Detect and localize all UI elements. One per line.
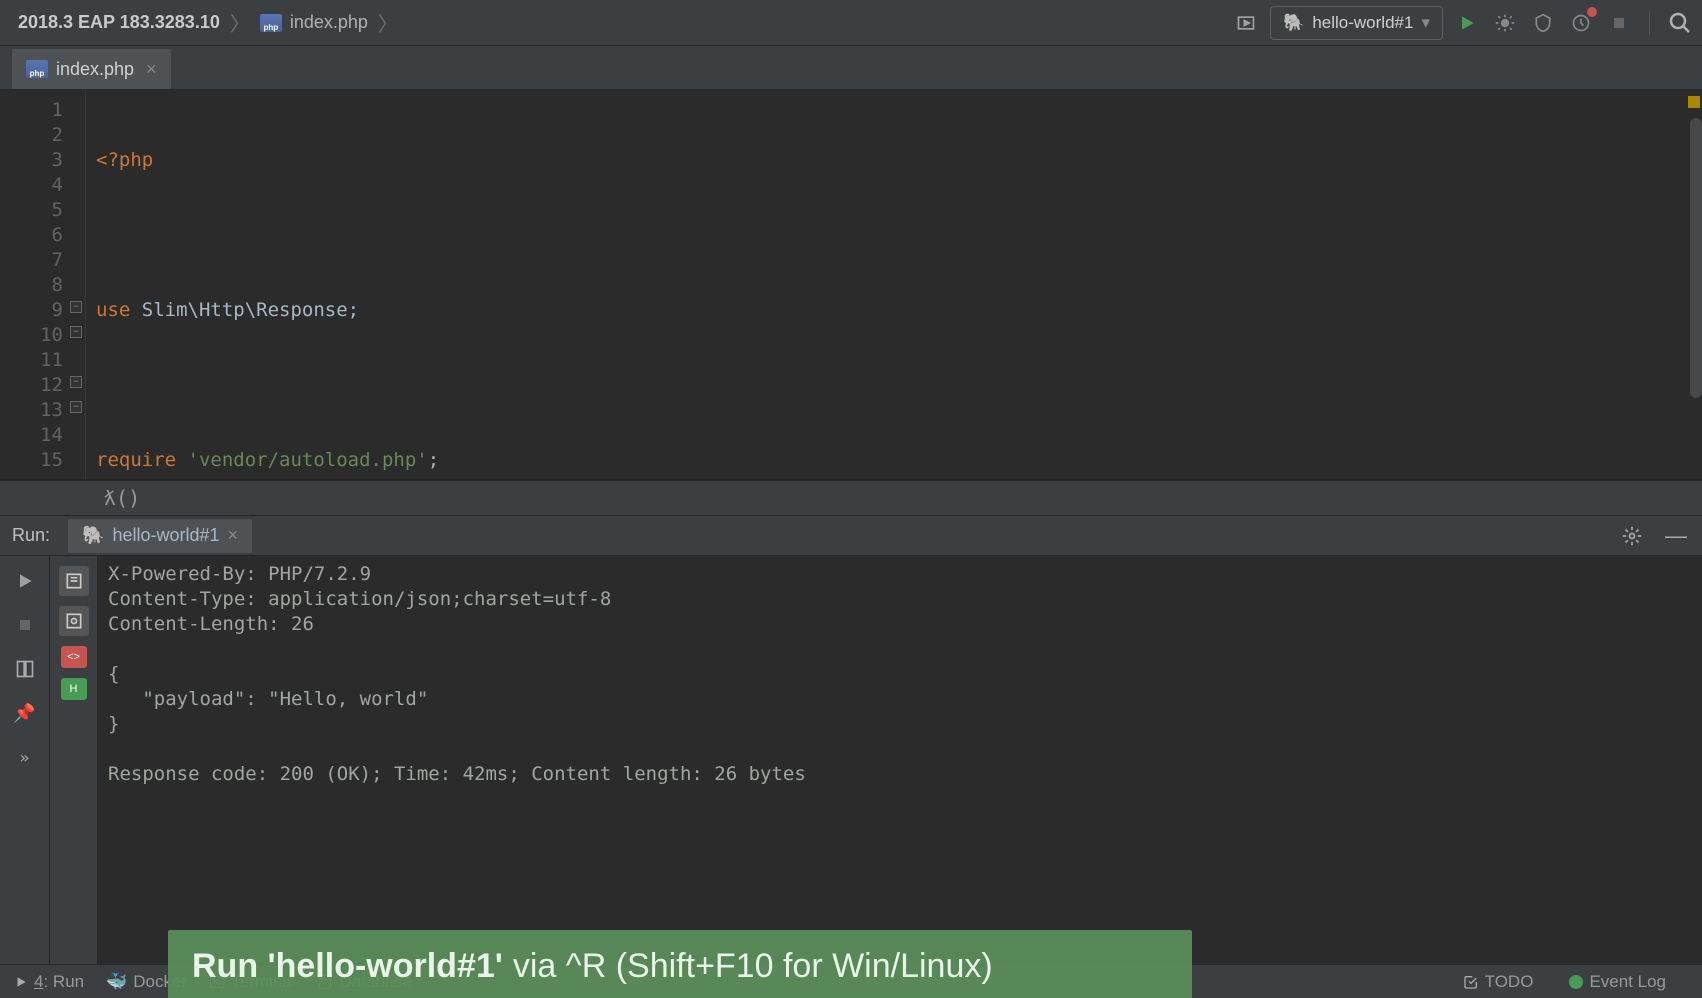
navigation-bar: 2018.3 EAP 183.3283.10 〉 php index.php 〉… xyxy=(0,0,1702,46)
console-output[interactable]: X-Powered-By: PHP/7.2.9 Content-Type: ap… xyxy=(98,556,1702,964)
line-number: 5 xyxy=(0,198,63,223)
event-indicator-icon xyxy=(1569,975,1583,989)
code-token: <?php xyxy=(96,149,153,171)
line-number: 14 xyxy=(0,423,63,448)
stop-button[interactable] xyxy=(10,610,40,640)
line-number: 1 xyxy=(0,98,63,123)
code-token: 'vendor/autoload.php' xyxy=(176,449,428,471)
editor-tabs: php index.php × xyxy=(0,46,1702,90)
fold-toggle-icon[interactable]: − xyxy=(70,301,82,313)
debug-button[interactable] xyxy=(1491,9,1519,37)
notification-rest: via ^R (Shift+F10 for Win/Linux) xyxy=(513,947,993,986)
line-number: 7 xyxy=(0,248,63,273)
fold-toggle-icon[interactable]: − xyxy=(70,401,82,413)
docker-icon: 🐳 xyxy=(106,972,127,992)
event-log-button[interactable]: Event Log xyxy=(1569,972,1666,992)
ide-version: 2018.3 EAP 183.3283.10 xyxy=(8,10,230,35)
breadcrumb-item[interactable]: php index.php xyxy=(250,10,378,35)
search-everywhere-button[interactable] xyxy=(1666,9,1694,37)
editor-tab-active[interactable]: php index.php × xyxy=(12,49,171,89)
line-number: 4 xyxy=(0,173,63,198)
line-number: 10 xyxy=(0,323,63,348)
scroll-to-end-button[interactable] xyxy=(59,566,89,596)
code-editor[interactable]: 1 2 3 4 5 6 7 8 9 10 11 12 13 14 15 − − … xyxy=(0,90,1702,480)
breadcrumbs: 2018.3 EAP 183.3283.10 〉 php index.php 〉 xyxy=(8,8,398,37)
presentation-assistant-popup: Run 'hello-world#1' via ^R (Shift+F10 fo… xyxy=(168,930,1192,998)
line-number: 9 xyxy=(0,298,63,323)
line-number: 8 xyxy=(0,273,63,298)
todo-tool-button[interactable]: TODO xyxy=(1463,972,1534,992)
notification-bold: Run 'hello-world#1' xyxy=(192,947,503,986)
line-number: 3 xyxy=(0,148,63,173)
status-todo-label: TODO xyxy=(1485,972,1534,992)
code-area[interactable]: <?php use Slim\Http\Response; require 'v… xyxy=(86,90,1702,479)
breadcrumb-file-label: index.php xyxy=(290,12,368,33)
headers-icon[interactable]: H xyxy=(61,678,87,700)
run-config-label: hello-world#1 xyxy=(1312,13,1413,33)
run-button[interactable] xyxy=(1453,9,1481,37)
toolbar-separator xyxy=(1649,11,1650,35)
line-number: 12 xyxy=(0,373,63,398)
stop-button[interactable] xyxy=(1605,9,1633,37)
run-target-icon[interactable] xyxy=(1232,9,1260,37)
more-button[interactable]: » xyxy=(10,742,40,772)
code-token: ; xyxy=(428,449,439,471)
run-config-selector[interactable]: 🐘 hello-world#1 ▾ xyxy=(1270,6,1443,40)
php-file-icon: php xyxy=(260,14,282,32)
line-number: 13 xyxy=(0,398,63,423)
layout-button[interactable] xyxy=(10,654,40,684)
coverage-button[interactable] xyxy=(1529,9,1557,37)
editor-gutter: 1 2 3 4 5 6 7 8 9 10 11 12 13 14 15 − − … xyxy=(0,90,86,479)
run-tool-button[interactable]: 4: Run xyxy=(14,972,84,992)
line-number: 2 xyxy=(0,123,63,148)
run-left-toolbar: 📌 » xyxy=(0,556,50,964)
code-token: Slim\Http\Response; xyxy=(130,299,359,321)
line-number: 11 xyxy=(0,348,63,373)
rerun-button[interactable] xyxy=(10,566,40,596)
http-icon[interactable]: <> xyxy=(61,646,87,668)
toolbar-right: 🐘 hello-world#1 ▾ xyxy=(1232,6,1694,40)
run-tool-window: Run: 🐘 hello-world#1 × — 📌 » <> H X-Powe… xyxy=(0,516,1702,964)
code-token: use xyxy=(96,299,130,321)
breadcrumb-separator: 〉 xyxy=(378,8,398,37)
run-panel-body: 📌 » <> H X-Powered-By: PHP/7.2.9 Content… xyxy=(0,556,1702,964)
fold-toggle-icon[interactable]: − xyxy=(70,376,82,388)
status-run-label: : Run xyxy=(43,972,84,991)
php-run-icon: 🐘 xyxy=(1283,13,1304,33)
profiler-button[interactable] xyxy=(1567,9,1595,37)
analysis-status-icon[interactable] xyxy=(1688,96,1700,108)
editor-tab-label: index.php xyxy=(56,59,134,80)
vertical-scrollbar[interactable] xyxy=(1690,118,1702,398)
fold-toggle-icon[interactable]: − xyxy=(70,326,82,338)
run-console-toolbar: <> H xyxy=(50,556,98,964)
soft-wrap-button[interactable] xyxy=(59,606,89,636)
breadcrumb-separator: 〉 xyxy=(230,8,250,37)
run-panel-title: Run: xyxy=(12,525,50,546)
php-file-icon: php xyxy=(26,60,48,78)
line-number: 15 xyxy=(0,448,63,473)
line-number: 6 xyxy=(0,223,63,248)
chevron-down-icon: ▾ xyxy=(1421,13,1430,33)
code-token: require xyxy=(96,449,176,471)
pin-button[interactable]: 📌 xyxy=(10,698,40,728)
close-icon[interactable]: × xyxy=(146,59,157,80)
status-event-log-label: Event Log xyxy=(1589,972,1666,992)
